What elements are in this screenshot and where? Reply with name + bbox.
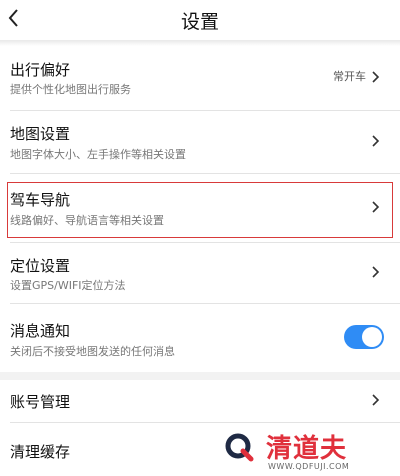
row-label: 账号管理 bbox=[10, 393, 71, 411]
row-label: 地图设置 bbox=[10, 125, 71, 143]
row-subtitle: 关闭后不接受地图发送的任何消息 bbox=[10, 345, 175, 358]
settings-row-location-settings[interactable]: 定位设置 设置GPS/WIFI定位方法 bbox=[0, 243, 400, 303]
section-gap bbox=[0, 372, 400, 380]
row-label: 清理缓存 bbox=[10, 443, 71, 461]
watermark-url: WWW.QDFUJI.COM bbox=[268, 462, 350, 471]
toggle-knob bbox=[362, 327, 382, 347]
chevron-right-icon bbox=[370, 134, 380, 148]
chevron-right-icon bbox=[370, 265, 380, 279]
watermark-name: 清道夫 bbox=[266, 434, 348, 464]
settings-row-message-notification: 消息通知 关闭后不接受地图发送的任何消息 bbox=[0, 304, 400, 372]
highlight-box bbox=[7, 182, 393, 238]
settings-row-map-settings[interactable]: 地图设置 地图字体大小、左手操作等相关设置 bbox=[0, 111, 400, 173]
row-subtitle: 设置GPS/WIFI定位方法 bbox=[10, 279, 126, 292]
row-label: 出行偏好 bbox=[10, 61, 71, 79]
row-value: 常开车 bbox=[333, 70, 366, 83]
chevron-right-icon bbox=[370, 393, 380, 407]
header-bar: 设置 bbox=[0, 0, 400, 40]
row-label: 消息通知 bbox=[10, 322, 71, 340]
row-subtitle: 提供个性化地图出行服务 bbox=[10, 83, 131, 96]
settings-row-account-management[interactable]: 账号管理 bbox=[0, 380, 400, 422]
page-title: 设置 bbox=[180, 11, 219, 33]
chevron-right-icon bbox=[370, 70, 380, 84]
row-subtitle: 地图字体大小、左手操作等相关设置 bbox=[10, 148, 186, 161]
row-label: 定位设置 bbox=[10, 257, 71, 275]
logo-q-icon bbox=[224, 432, 254, 462]
settings-row-travel-preference[interactable]: 出行偏好 提供个性化地图出行服务 常开车 bbox=[0, 46, 400, 110]
notification-toggle[interactable] bbox=[344, 325, 384, 349]
watermark-logo: 清道夫 WWW.QDFUJI.COM bbox=[214, 428, 400, 476]
